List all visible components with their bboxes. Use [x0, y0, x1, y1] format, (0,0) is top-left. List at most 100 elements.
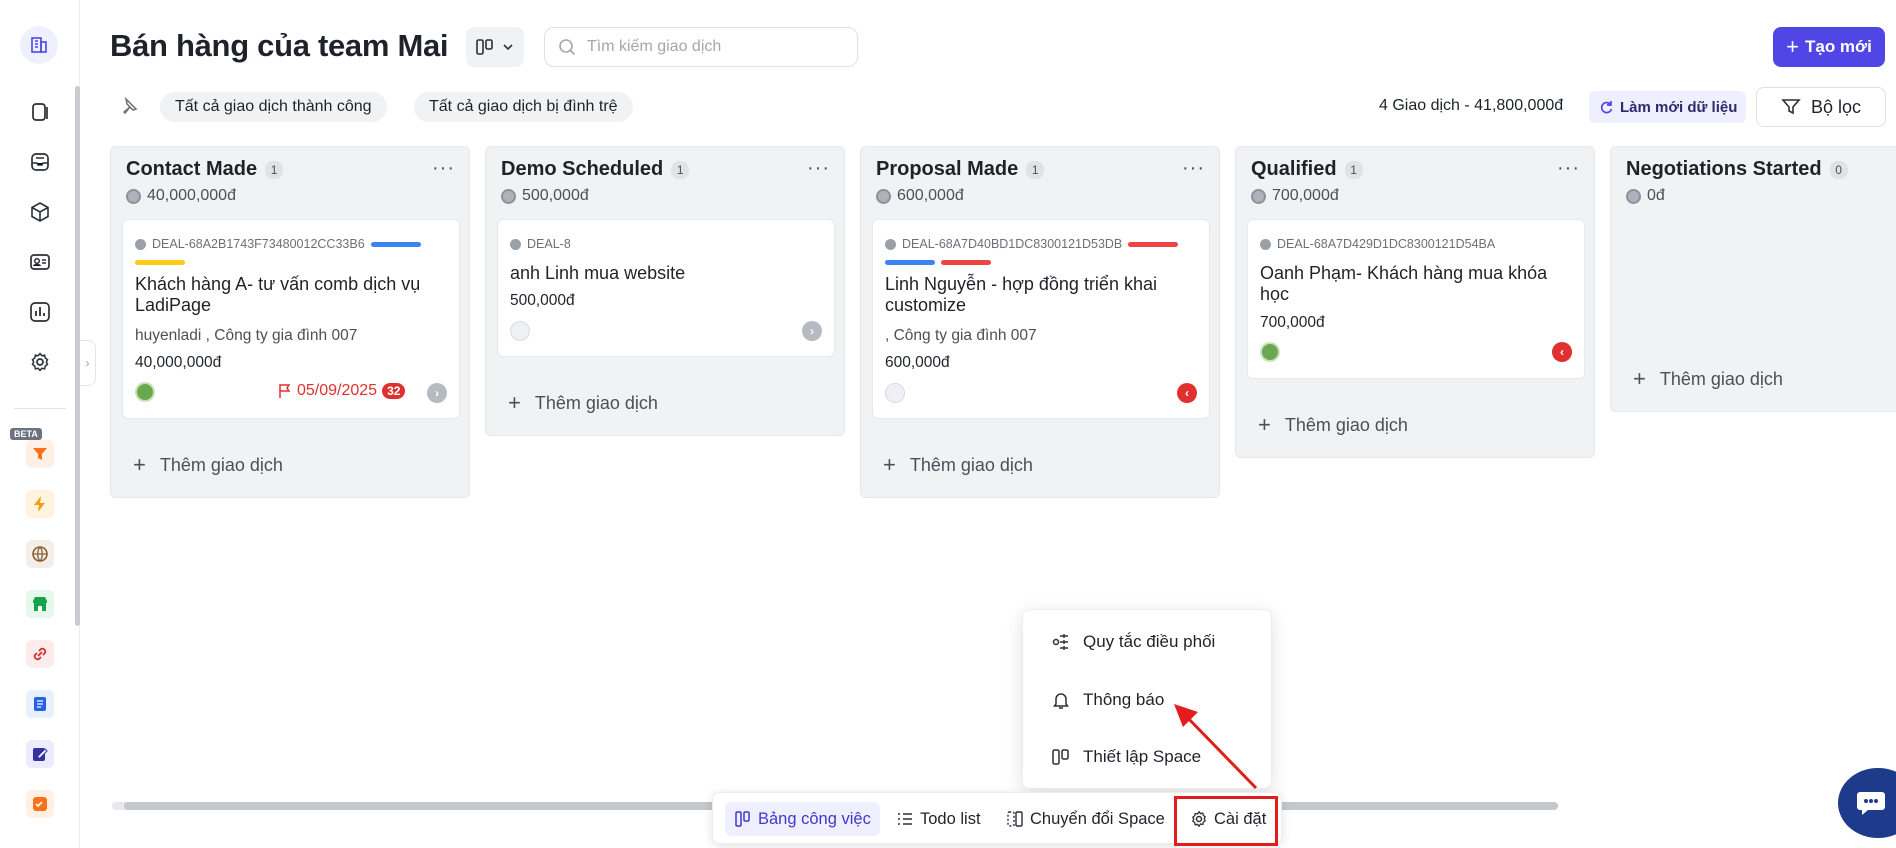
- board-view-label: Bảng công việc: [758, 809, 871, 828]
- deal-customer: , Công ty gia đình 007: [885, 327, 1037, 344]
- deal-id: DEAL-68A7D40BD1DC8300121D53DB: [902, 237, 1123, 251]
- chat-icon: [1857, 792, 1885, 815]
- bell-icon: [1053, 693, 1069, 709]
- add-deal-button[interactable]: + Thêm giao dịch: [508, 390, 658, 416]
- box-icon[interactable]: [22, 194, 58, 230]
- column-total: 600,000đ: [897, 187, 964, 204]
- list-icon: [898, 813, 912, 825]
- overdue-count-badge: 32: [382, 383, 406, 399]
- copy-icon[interactable]: [22, 94, 58, 130]
- switch-space-icon: [1007, 811, 1023, 827]
- column-count: 0: [1829, 160, 1848, 179]
- add-deal-label: Thêm giao dịch: [159, 454, 283, 475]
- filter-button[interactable]: Bộ lọc: [1756, 87, 1886, 127]
- column-title: Contact Made: [126, 158, 258, 180]
- document-app-icon[interactable]: [26, 690, 54, 718]
- column-title: Proposal Made: [876, 158, 1019, 180]
- plus-icon: +: [1786, 34, 1799, 59]
- todo-list-tab[interactable]: Todo list: [887, 802, 990, 836]
- deal-card[interactable]: DEAL-68A7D429D1DC8300121D54BA Oanh Phạm-…: [1247, 219, 1585, 379]
- column-more-icon[interactable]: ···: [807, 157, 830, 180]
- routing-rules-icon: [1052, 634, 1068, 650]
- filter-chip-stuck[interactable]: Tất cả giao dịch bị đình trệ: [414, 92, 633, 122]
- create-new-button[interactable]: + Tạo mới: [1773, 27, 1885, 67]
- pipeline-column: Proposal Made 1 ··· 600,000đ DEAL-68A7D40…: [860, 146, 1220, 498]
- coin-icon: [1251, 188, 1266, 204]
- inbox-icon[interactable]: [22, 144, 58, 180]
- refresh-data-button[interactable]: Làm mới dữ liệu: [1589, 91, 1747, 123]
- sidebar-collapse-toggle[interactable]: ›: [80, 340, 96, 386]
- store-app-icon[interactable]: [26, 590, 54, 618]
- deal-title: Oanh Phạm- Khách hàng mua khóa học: [1260, 263, 1548, 304]
- search-input[interactable]: [587, 38, 847, 56]
- column-more-icon[interactable]: ···: [1557, 157, 1580, 180]
- chevron-down-icon: [503, 44, 513, 51]
- chevron-right-icon: ›: [85, 356, 90, 370]
- tag-blue: [885, 260, 935, 265]
- owner-avatar[interactable]: [510, 321, 530, 341]
- flag-icon: [279, 384, 291, 398]
- sidebar-divider: [14, 408, 66, 409]
- menu-item-label: Quy tắc điều phối: [1083, 632, 1216, 651]
- deal-customer: huyenladi , Công ty gia đình 007: [135, 327, 358, 344]
- tag-red: [941, 260, 991, 265]
- add-deal-button[interactable]: + Thêm giao dịch: [883, 452, 1033, 478]
- owner-avatar[interactable]: [135, 382, 155, 402]
- page-title: Bán hàng của team Mai: [110, 28, 449, 63]
- menu-item-notifications[interactable]: Thông báo: [1051, 690, 1164, 710]
- add-deal-label: Thêm giao dịch: [1284, 414, 1408, 435]
- board-view-icon: [476, 39, 493, 55]
- lightning-app-icon[interactable]: [26, 490, 54, 518]
- deal-card[interactable]: DEAL-8 anh Linh mua website 500,000đ ›: [497, 219, 835, 357]
- add-deal-button[interactable]: + Thêm giao dịch: [1258, 412, 1408, 438]
- chat-support-button[interactable]: [1838, 768, 1896, 838]
- chevron-left-icon[interactable]: ‹: [1177, 383, 1197, 403]
- report-chart-icon[interactable]: [22, 294, 58, 330]
- checklist-app-icon[interactable]: [26, 790, 54, 818]
- plus-icon: +: [1633, 366, 1646, 391]
- column-title: Qualified: [1251, 158, 1337, 180]
- deal-amount: 40,000,000đ: [135, 354, 222, 371]
- sidebar: BETA: [0, 0, 80, 848]
- owner-avatar[interactable]: [1260, 342, 1280, 362]
- filter-funnel-icon: [1781, 99, 1801, 115]
- menu-item-routing-rules[interactable]: Quy tắc điều phối: [1051, 632, 1215, 652]
- chevron-right-icon[interactable]: ›: [802, 321, 822, 341]
- refresh-label: Làm mới dữ liệu: [1620, 98, 1738, 116]
- annotation-arrow: [1174, 704, 1258, 790]
- add-deal-button[interactable]: + Thêm giao dịch: [1633, 366, 1783, 392]
- filter-chip-success[interactable]: Tất cả giao dịch thành công: [160, 92, 387, 122]
- view-switcher-dropdown[interactable]: [466, 27, 524, 67]
- workspace-logo-icon[interactable]: [20, 26, 58, 64]
- column-more-icon[interactable]: ···: [432, 157, 455, 180]
- deal-id: DEAL-68A7D429D1DC8300121D54BA: [1277, 237, 1496, 251]
- switch-space-tab[interactable]: Chuyển đổi Space: [997, 802, 1174, 836]
- pipeline-column: Demo Scheduled 1 ··· 500,000đ DEAL-8 anh …: [485, 146, 845, 436]
- column-count: 1: [1026, 160, 1045, 179]
- add-deal-label: Thêm giao dịch: [909, 454, 1033, 475]
- column-more-icon[interactable]: ···: [1182, 157, 1205, 180]
- tag-red: [1128, 241, 1179, 247]
- edit-form-app-icon[interactable]: [26, 740, 54, 768]
- deal-card[interactable]: DEAL-68A7D40BD1DC8300121D53DB Linh Nguyễ…: [872, 219, 1210, 419]
- owner-avatar[interactable]: [885, 383, 905, 403]
- search-box: [544, 27, 858, 67]
- contact-card-icon[interactable]: [22, 244, 58, 280]
- settings-gear-icon[interactable]: [22, 344, 58, 380]
- pipeline-column: Negotiations Started 0 0đ + Thêm giao dịch: [1610, 146, 1896, 412]
- coin-icon: [126, 188, 141, 204]
- globe-app-icon[interactable]: [26, 540, 54, 568]
- deal-card[interactable]: DEAL-68A2B1743F73480012CC33B6 Khách hàng…: [122, 219, 460, 419]
- add-deal-button[interactable]: + Thêm giao dịch: [133, 452, 283, 478]
- create-new-label: Tạo mới: [1804, 37, 1872, 56]
- deal-title: Khách hàng A- tư vấn comb dịch vụ LadiPa…: [135, 274, 421, 315]
- add-deal-label: Thêm giao dịch: [1659, 368, 1783, 389]
- pin-icon[interactable]: [118, 96, 138, 122]
- column-total: 700,000đ: [1272, 187, 1339, 204]
- link-app-icon[interactable]: [26, 640, 54, 668]
- filter-label: Bộ lọc: [1810, 96, 1862, 117]
- chevron-left-icon[interactable]: ‹: [1552, 342, 1572, 362]
- chevron-right-icon[interactable]: ›: [427, 383, 447, 403]
- funnel-app-icon[interactable]: [26, 440, 54, 468]
- board-view-tab[interactable]: Bảng công việc: [725, 802, 880, 836]
